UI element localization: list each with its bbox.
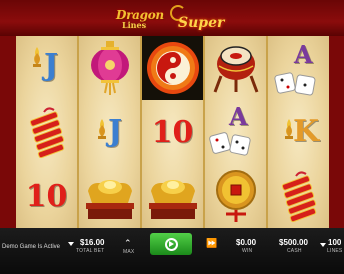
symbol-ten: 10 — [142, 100, 203, 164]
reel-5: A K — [268, 36, 329, 228]
game-logo: Dragon Lines Super — [108, 3, 238, 35]
firecrackers-icon — [281, 171, 316, 222]
symbol-j: J — [79, 100, 140, 164]
demo-status-text: Demo Game Is Active — [2, 244, 61, 250]
lines-label: LINES — [327, 248, 343, 254]
symbol-a: A — [205, 100, 266, 164]
lines-value: 100 — [328, 238, 342, 247]
card-letter-k: K — [293, 114, 320, 149]
total-bet-value: $16.00 — [80, 238, 105, 247]
play-icon — [169, 241, 174, 247]
gold-coin-icon — [215, 170, 256, 222]
gold-ingot-icon — [85, 180, 134, 219]
title-banner: Dragon Lines Super — [0, 0, 344, 36]
lantern-icon — [90, 41, 129, 95]
reel-1: J 10 — [16, 36, 77, 228]
symbol-gold-coin — [205, 164, 266, 228]
max-label: MAX — [123, 249, 135, 255]
spin-button[interactable] — [150, 233, 192, 255]
symbol-firecrackers — [16, 100, 77, 164]
symbol-drum — [205, 36, 266, 100]
firecrackers-icon — [29, 107, 64, 158]
fast-forward-icon[interactable]: ⏩ — [206, 238, 217, 249]
card-ten: 10 — [151, 114, 194, 150]
symbol-j: J — [16, 36, 77, 100]
symbol-firecrackers — [268, 164, 329, 228]
logo-lines-text: Lines — [122, 20, 147, 30]
cash-value: $500.00 — [279, 238, 308, 247]
win-value: $0.00 — [236, 238, 257, 247]
reels-area: J 10 J 10 A A K — [16, 36, 329, 228]
spin-ring-icon — [164, 237, 178, 251]
bet-decrease-icon[interactable] — [68, 242, 74, 246]
symbol-lantern — [79, 36, 140, 100]
cash-label: CASH — [287, 248, 302, 254]
symbol-dragon-wild — [142, 36, 203, 100]
reel-3: 10 — [142, 36, 203, 228]
gold-ingot-icon — [148, 180, 197, 219]
symbol-ten: 10 — [16, 164, 77, 228]
symbol-gold-ingot — [142, 164, 203, 228]
win-label: WIN — [242, 248, 253, 254]
card-letter-j: J — [44, 48, 59, 83]
reel-4: A — [205, 36, 266, 228]
total-bet-label: TOTAL BET — [76, 248, 105, 254]
card-letter-j: J — [108, 114, 123, 149]
right-frame — [328, 36, 344, 228]
card-ten: 10 — [25, 178, 68, 214]
card-letter-a: A — [294, 40, 313, 69]
dragon-medallion-icon — [146, 42, 199, 94]
drum-icon — [213, 46, 258, 93]
max-bet-icon[interactable]: ⌃ — [124, 238, 132, 249]
symbol-k: K — [268, 100, 329, 164]
reel-2: J — [79, 36, 140, 228]
symbol-gold-ingot — [79, 164, 140, 228]
left-frame — [0, 36, 16, 228]
card-letter-a: A — [229, 102, 248, 131]
logo-super-text: Super — [178, 15, 225, 31]
symbol-a: A — [268, 36, 329, 100]
lines-decrease-icon[interactable] — [320, 243, 326, 247]
